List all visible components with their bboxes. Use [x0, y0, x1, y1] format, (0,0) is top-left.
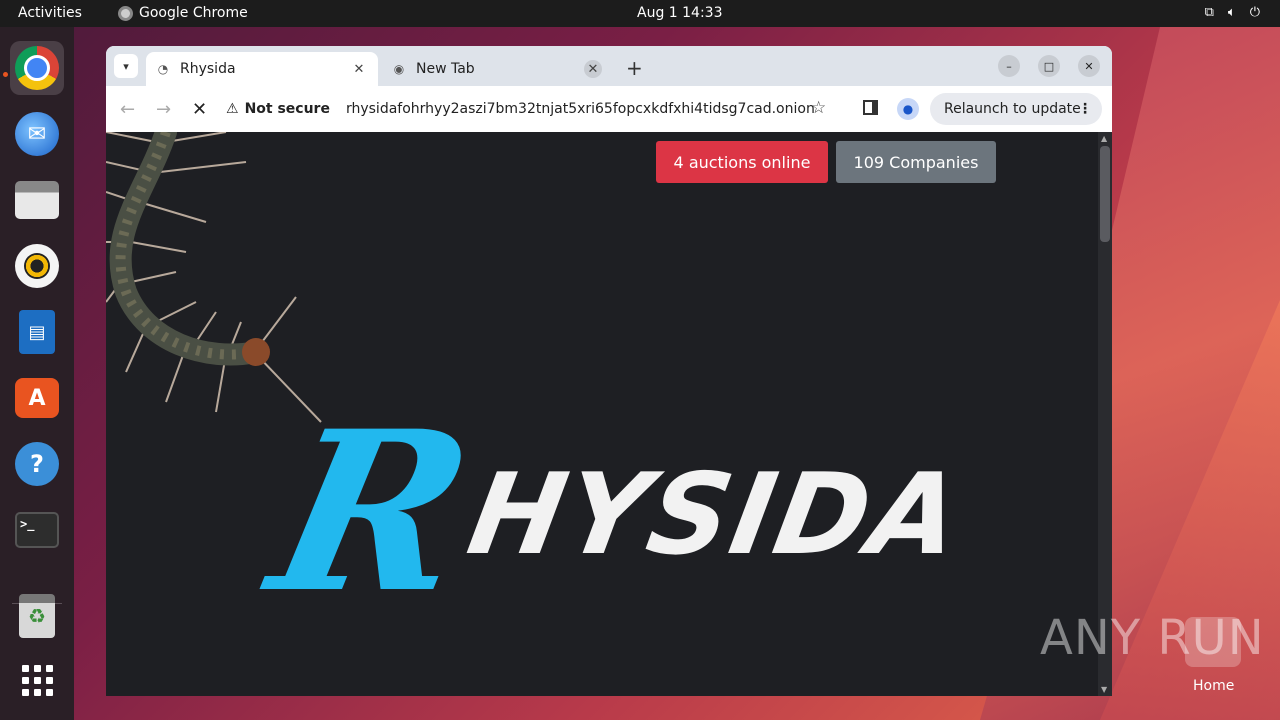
- security-label[interactable]: Not secure: [245, 101, 330, 117]
- loading-favicon-icon: ◔: [157, 62, 169, 76]
- relaunch-label: Relaunch to update: [944, 101, 1081, 117]
- chrome-small-icon: [118, 5, 133, 21]
- close-tab-icon[interactable]: ✕: [350, 60, 368, 78]
- logo-text: HYSIDA: [459, 450, 972, 580]
- dock-terminal[interactable]: >_: [10, 503, 64, 557]
- minimize-icon[interactable]: –: [998, 55, 1020, 77]
- close-window-icon[interactable]: ✕: [1078, 55, 1100, 77]
- scroll-thumb[interactable]: [1100, 146, 1110, 242]
- network-icon[interactable]: ⧉: [1205, 5, 1214, 20]
- tab-title: Rhysida: [180, 61, 236, 77]
- writer-icon: ▤: [19, 310, 55, 354]
- chrome-icon: [15, 46, 59, 90]
- dock-files[interactable]: [10, 173, 64, 227]
- thunderbird-icon: ✉: [15, 112, 59, 156]
- app-name: Google Chrome: [139, 5, 248, 21]
- dock-thunderbird[interactable]: ✉: [10, 107, 64, 161]
- activities-button[interactable]: Activities: [18, 5, 82, 21]
- home-label[interactable]: Home: [1193, 678, 1234, 694]
- bookmark-star-icon[interactable]: ☆: [811, 98, 826, 118]
- address-bar[interactable]: ⚠ Not secure rhysidafohrhyy2aszi7bm32tnj…: [226, 93, 846, 125]
- close-tab-icon[interactable]: ✕: [584, 60, 602, 78]
- rhythmbox-icon: [15, 244, 59, 288]
- chevron-down-icon: ▾: [123, 59, 129, 73]
- browser-window: ▾ ◔ Rhysida ✕ ◉ New Tab ✕ + – □ ✕ ← → ✕ …: [106, 46, 1112, 696]
- dock-help[interactable]: ?: [10, 437, 64, 491]
- tab-rhysida[interactable]: ◔ Rhysida ✕: [146, 52, 378, 86]
- volume-icon[interactable]: 🔈︎: [1228, 5, 1236, 20]
- dock-trash[interactable]: ♻: [10, 589, 64, 643]
- files-icon: [15, 181, 59, 219]
- system-tray[interactable]: ⧉ 🔈︎ ⏻: [1205, 5, 1260, 20]
- app-menu[interactable]: Google Chrome: [118, 5, 248, 21]
- dock-writer[interactable]: ▤: [10, 305, 64, 359]
- tab-strip: ▾ ◔ Rhysida ✕ ◉ New Tab ✕ + – □ ✕: [106, 46, 1112, 86]
- home-folder-icon[interactable]: [1185, 617, 1241, 667]
- companies-button[interactable]: 109 Companies: [836, 141, 996, 183]
- relaunch-button[interactable]: Relaunch to update ⋮: [930, 93, 1102, 125]
- dock-rhythmbox[interactable]: [10, 239, 64, 293]
- warning-icon[interactable]: ⚠: [226, 101, 239, 117]
- rhysida-logo: R HYSIDA: [254, 382, 1001, 641]
- power-icon[interactable]: ⏻: [1250, 5, 1260, 20]
- toolbar: ← → ✕ ⚠ Not secure rhysidafohrhyy2aszi7b…: [106, 86, 1112, 132]
- terminal-icon: >_: [15, 512, 59, 548]
- tab-new-tab[interactable]: ◉ New Tab ✕: [382, 52, 612, 86]
- running-indicator: [3, 72, 8, 77]
- url-text[interactable]: rhysidafohrhyy2aszi7bm32tnjat5xri65fopcx…: [346, 101, 815, 117]
- chrome-favicon-icon: ◉: [393, 62, 405, 76]
- profile-icon[interactable]: ●: [897, 98, 919, 120]
- forward-icon[interactable]: →: [156, 99, 171, 120]
- help-icon: ?: [15, 442, 59, 486]
- tab-search-button[interactable]: ▾: [114, 54, 138, 78]
- auctions-button[interactable]: 4 auctions online: [656, 141, 828, 183]
- trash-icon: ♻: [19, 594, 55, 638]
- top-bar: Activities Google Chrome Aug 1 14:33 ⧉ 🔈…: [0, 0, 1280, 27]
- back-icon[interactable]: ←: [120, 99, 135, 120]
- store-icon: A: [15, 378, 59, 418]
- logo-letter-r: R: [253, 382, 492, 641]
- maximize-icon[interactable]: □: [1038, 55, 1060, 77]
- dock-show-apps[interactable]: [10, 653, 64, 707]
- dock-chrome[interactable]: [10, 41, 64, 95]
- clock[interactable]: Aug 1 14:33: [637, 5, 723, 21]
- new-tab-icon[interactable]: +: [626, 56, 643, 80]
- scroll-down-icon[interactable]: ▼: [1101, 685, 1107, 694]
- dock: ✉ ▤ A ? >_ ♻: [0, 27, 74, 720]
- scroll-up-icon[interactable]: ▲: [1101, 134, 1107, 143]
- more-menu-icon[interactable]: ⋮: [1078, 101, 1092, 117]
- stop-loading-icon[interactable]: ✕: [192, 99, 207, 120]
- apps-grid-icon: [21, 664, 53, 696]
- side-panel-icon[interactable]: [863, 100, 878, 115]
- web-page: 4 auctions online 109 Companies R HYSIDA: [106, 132, 1098, 696]
- dock-app-center[interactable]: A: [10, 371, 64, 425]
- tab-title: New Tab: [416, 61, 475, 77]
